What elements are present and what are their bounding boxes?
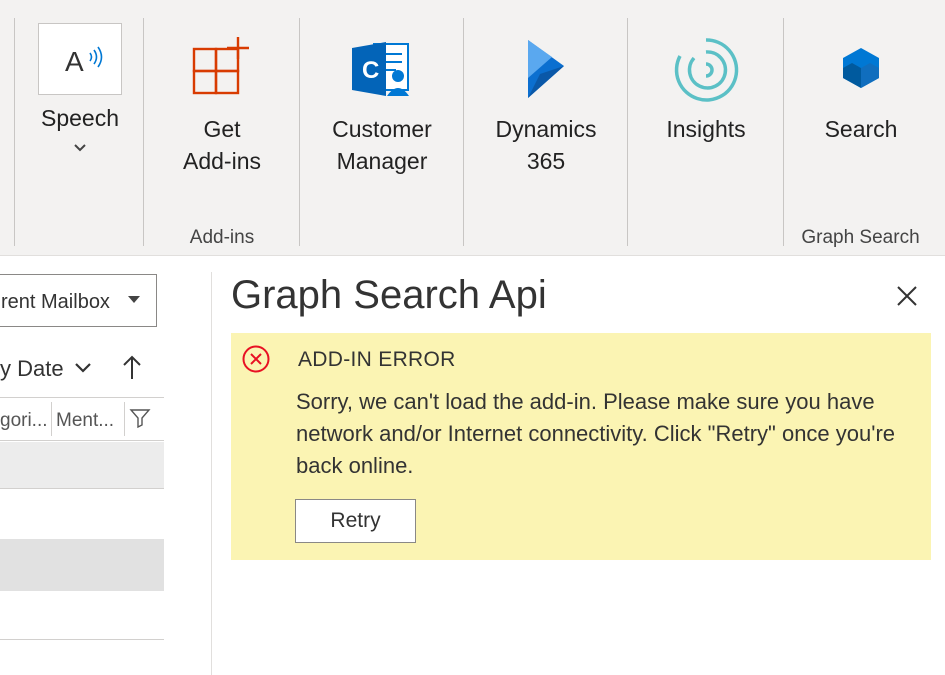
group-label-add-ins: Add-ins (189, 227, 255, 248)
column-categories[interactable]: gori... (0, 410, 48, 432)
customer-manager-icon: C (352, 42, 409, 96)
ribbon-divider (14, 18, 15, 246)
retry-button[interactable]: Retry (295, 499, 416, 543)
ribbon: A Speech Get Add-ins Add-ins C Customer … (0, 0, 945, 256)
ribbon-divider (783, 18, 784, 246)
read-aloud-icon: A (38, 23, 122, 95)
chevron-down-icon (74, 144, 86, 152)
chevron-down-icon (75, 363, 91, 373)
ribbon-divider (627, 18, 628, 246)
mailbox-scope-value: rent Mailbox (1, 291, 110, 313)
pane-divider (211, 272, 212, 675)
flag-filter-icon[interactable] (129, 408, 151, 428)
column-mentions[interactable]: Ment... (56, 410, 114, 432)
row-divider (0, 639, 164, 640)
mail-list-column-header: gori... Ment... (0, 397, 164, 441)
close-icon[interactable] (894, 283, 920, 309)
error-message: Sorry, we can't load the add-in. Please … (296, 389, 896, 478)
insights-label: Insights (666, 116, 746, 142)
search-label: Search (824, 116, 898, 142)
column-divider (51, 402, 52, 436)
dynamics-365-icon (528, 40, 564, 98)
get-add-ins-label-2: Add-ins (183, 148, 261, 174)
error-icon (242, 345, 270, 373)
column-divider (124, 402, 125, 436)
sort-direction-arrow-icon[interactable] (120, 353, 144, 383)
mail-list-row[interactable] (0, 442, 164, 489)
ribbon-divider (463, 18, 464, 246)
add-ins-icon (192, 37, 249, 95)
dynamics-365-label-1: Dynamics (495, 116, 597, 142)
add-in-error-banner: ADD-IN ERROR Sorry, we can't load the ad… (231, 333, 931, 560)
caret-down-icon (128, 296, 140, 303)
sort-by-button[interactable]: y Date (0, 356, 64, 382)
mail-list-row[interactable] (0, 539, 164, 591)
add-in-pane-title: Graph Search Api (231, 273, 547, 317)
ribbon-divider (143, 18, 144, 246)
error-title: ADD-IN ERROR (298, 348, 456, 371)
customer-manager-label-1: Customer (332, 116, 432, 142)
svg-text:C: C (362, 57, 379, 84)
ribbon-divider (299, 18, 300, 246)
insights-icon (674, 38, 739, 102)
get-add-ins-label-1: Get (203, 116, 241, 142)
group-label-graph-search: Graph Search (801, 227, 920, 248)
graph-search-icon (843, 48, 879, 88)
customer-manager-label-2: Manager (336, 148, 428, 174)
mailbox-scope-dropdown[interactable]: rent Mailbox (0, 274, 157, 327)
dynamics-365-label-2: 365 (526, 148, 566, 174)
speech-label: Speech (40, 105, 119, 131)
